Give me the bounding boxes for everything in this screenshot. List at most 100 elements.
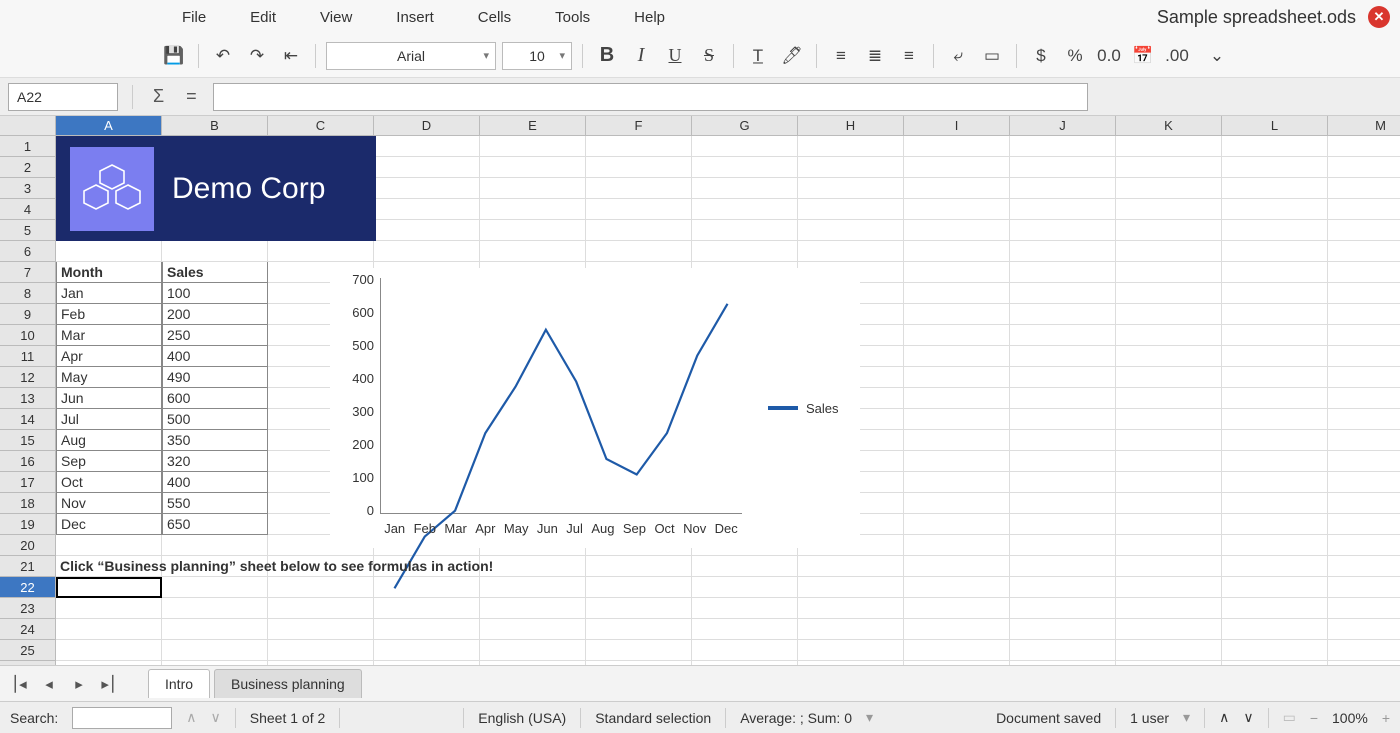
col-header-F[interactable]: F <box>586 116 692 136</box>
close-icon[interactable]: ✕ <box>1368 6 1390 28</box>
col-header-D[interactable]: D <box>374 116 480 136</box>
col-header-I[interactable]: I <box>904 116 1010 136</box>
cell-A23[interactable] <box>56 598 162 619</box>
cell-B24[interactable] <box>162 619 268 640</box>
cell-D25[interactable] <box>374 640 480 661</box>
cell-K20[interactable] <box>1116 535 1222 556</box>
cell-L13[interactable] <box>1222 388 1328 409</box>
cell-K26[interactable] <box>1116 661 1222 665</box>
cell-G1[interactable] <box>692 136 798 157</box>
cell-K16[interactable] <box>1116 451 1222 472</box>
cell-B8[interactable]: 100 <box>162 283 268 304</box>
cell-B22[interactable] <box>162 577 268 598</box>
cell-H1[interactable] <box>798 136 904 157</box>
cell-D6[interactable] <box>374 241 480 262</box>
undo-icon[interactable]: ↶ <box>209 42 237 70</box>
zoom-slider-icon[interactable]: ▭ <box>1283 709 1296 726</box>
col-header-L[interactable]: L <box>1222 116 1328 136</box>
cell-K10[interactable] <box>1116 325 1222 346</box>
cell-B26[interactable] <box>162 661 268 665</box>
cell-L20[interactable] <box>1222 535 1328 556</box>
cell-L4[interactable] <box>1222 199 1328 220</box>
cell-B10[interactable]: 250 <box>162 325 268 346</box>
row-header-6[interactable]: 6 <box>0 241 56 262</box>
cell-J26[interactable] <box>1010 661 1116 665</box>
row-header-1[interactable]: 1 <box>0 136 56 157</box>
cell-L1[interactable] <box>1222 136 1328 157</box>
row-header-5[interactable]: 5 <box>0 220 56 241</box>
highlight-color-icon[interactable]: 🖊 <box>778 42 806 70</box>
cell-E4[interactable] <box>480 199 586 220</box>
cell-I1[interactable] <box>904 136 1010 157</box>
cell-J24[interactable] <box>1010 619 1116 640</box>
cell-E26[interactable] <box>480 661 586 665</box>
cell-H3[interactable] <box>798 178 904 199</box>
selection-mode[interactable]: Standard selection <box>595 710 711 726</box>
cell-M25[interactable] <box>1328 640 1400 661</box>
cell-L8[interactable] <box>1222 283 1328 304</box>
move-up-icon[interactable]: ∧ <box>1219 709 1229 726</box>
cell-M8[interactable] <box>1328 283 1400 304</box>
menu-view[interactable]: View <box>298 3 374 32</box>
zoom-level[interactable]: 100% <box>1332 710 1368 726</box>
cell-A19[interactable]: Dec <box>56 514 162 535</box>
search-next-icon[interactable]: ∨ <box>211 709 221 726</box>
cell-F6[interactable] <box>586 241 692 262</box>
cell-C26[interactable] <box>268 661 374 665</box>
row-header-24[interactable]: 24 <box>0 619 56 640</box>
cell-E1[interactable] <box>480 136 586 157</box>
cell-J19[interactable] <box>1010 514 1116 535</box>
cell-J3[interactable] <box>1010 178 1116 199</box>
cell-D3[interactable] <box>374 178 480 199</box>
cell-A7[interactable]: Month <box>56 262 162 283</box>
row-header-10[interactable]: 10 <box>0 325 56 346</box>
bold-button[interactable]: B <box>593 42 621 70</box>
cell-M16[interactable] <box>1328 451 1400 472</box>
cell-A15[interactable]: Aug <box>56 430 162 451</box>
cell-K25[interactable] <box>1116 640 1222 661</box>
row-header-23[interactable]: 23 <box>0 598 56 619</box>
cell-L24[interactable] <box>1222 619 1328 640</box>
cell-I16[interactable] <box>904 451 1010 472</box>
cell-E3[interactable] <box>480 178 586 199</box>
formula-input[interactable] <box>213 83 1088 111</box>
cell-C6[interactable] <box>268 241 374 262</box>
decimal-fixed-icon[interactable]: 0.0 <box>1095 42 1123 70</box>
sales-chart[interactable]: 7006005004003002001000 JanFebMarAprMayJu… <box>330 268 860 548</box>
cell-M10[interactable] <box>1328 325 1400 346</box>
col-header-M[interactable]: M <box>1328 116 1400 136</box>
cell-I24[interactable] <box>904 619 1010 640</box>
cell-H2[interactable] <box>798 157 904 178</box>
cell-J6[interactable] <box>1010 241 1116 262</box>
cell-A14[interactable]: Jul <box>56 409 162 430</box>
cell-A21[interactable]: Click “Business planning” sheet below to… <box>56 556 162 577</box>
indent-decrease-icon[interactable]: ⇤ <box>277 42 305 70</box>
cell-L15[interactable] <box>1222 430 1328 451</box>
cell-B14[interactable]: 500 <box>162 409 268 430</box>
cell-I17[interactable] <box>904 472 1010 493</box>
cell-M7[interactable] <box>1328 262 1400 283</box>
sheet-nav-next-icon[interactable]: ▸ <box>66 675 92 693</box>
cell-K5[interactable] <box>1116 220 1222 241</box>
sheet-nav-last-icon[interactable]: ▸⎮ <box>96 675 122 693</box>
user-dropdown-icon[interactable]: ▾ <box>1183 709 1190 726</box>
cell-I21[interactable] <box>904 556 1010 577</box>
row-header-15[interactable]: 15 <box>0 430 56 451</box>
font-name-select[interactable]: Arial <box>326 42 496 70</box>
cell-K3[interactable] <box>1116 178 1222 199</box>
cell-J7[interactable] <box>1010 262 1116 283</box>
cell-C25[interactable] <box>268 640 374 661</box>
cell-J13[interactable] <box>1010 388 1116 409</box>
cell-A6[interactable] <box>56 241 162 262</box>
cell-L22[interactable] <box>1222 577 1328 598</box>
strikethrough-button[interactable]: S <box>695 42 723 70</box>
row-header-7[interactable]: 7 <box>0 262 56 283</box>
cell-H23[interactable] <box>798 598 904 619</box>
row-header-11[interactable]: 11 <box>0 346 56 367</box>
cell-K1[interactable] <box>1116 136 1222 157</box>
cell-F25[interactable] <box>586 640 692 661</box>
cell-I10[interactable] <box>904 325 1010 346</box>
cell-M14[interactable] <box>1328 409 1400 430</box>
cell-A20[interactable] <box>56 535 162 556</box>
cell-F26[interactable] <box>586 661 692 665</box>
